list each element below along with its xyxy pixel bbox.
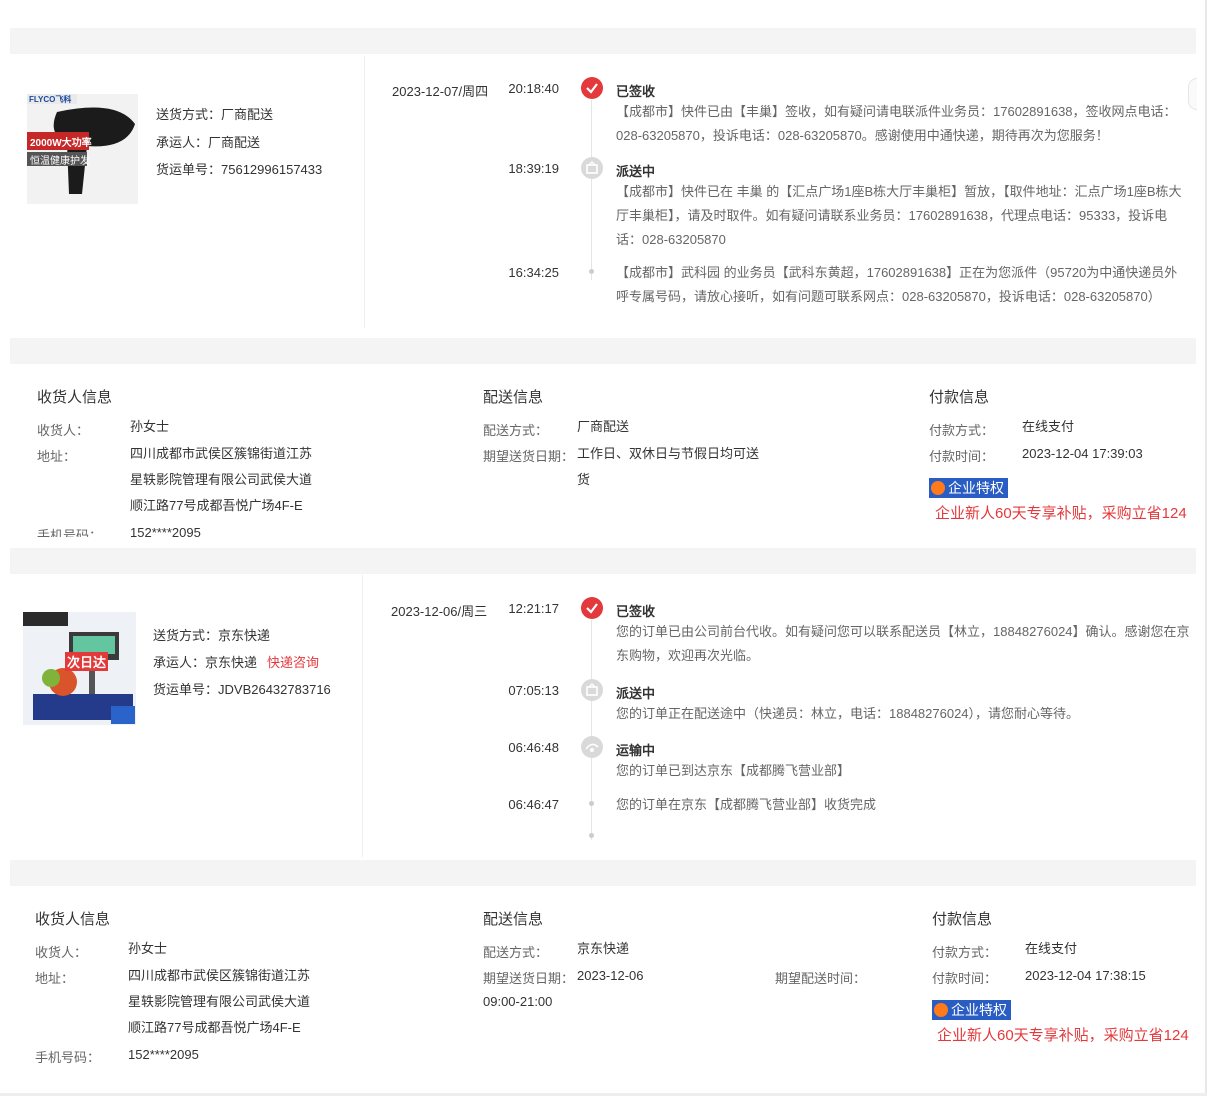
event-status: 已签收	[616, 604, 656, 619]
event-time: 06:46:47	[508, 797, 559, 812]
delivery-icon	[581, 157, 603, 179]
event-time: 07:05:13	[508, 683, 559, 698]
phone-value: 152****2095	[130, 525, 201, 537]
transit-icon	[581, 736, 603, 758]
pay-time: 2023-12-04 17:38:15	[1025, 968, 1146, 983]
shipping-method: 送货方式：厂商配送	[156, 107, 274, 122]
delivery-title: 配送信息	[483, 911, 544, 928]
order1-info-section: 收货人信息 收货人： 孙女士 地址： 四川成都市武侯区簇锦街道江苏星轶影院管理有…	[0, 365, 1196, 537]
event-status: 已签收	[616, 84, 656, 99]
enterprise-badge[interactable]: 企业特权	[929, 478, 1008, 498]
address-label: 地址：	[35, 971, 75, 986]
courier-consult-link[interactable]: 快递咨询	[267, 655, 319, 670]
delivery-method-label: 配送方式：	[483, 945, 549, 960]
delivery-method: 京东快递	[577, 941, 630, 956]
column-divider	[364, 56, 365, 328]
brand-text: FLYCO飞科	[29, 95, 72, 104]
check-icon	[581, 77, 603, 99]
carrier: 承运人：京东快递 快递咨询	[153, 655, 320, 670]
event-message: 您的订单在京东【成都腾飞营业部】收货完成	[616, 797, 877, 812]
event-status: 派送中	[616, 686, 656, 701]
tracking-number: 货运单号：JDVB26432783716	[153, 682, 331, 697]
address-label: 地址：	[37, 449, 77, 464]
enterprise-promo[interactable]: 企业新人60天专享补贴，采购立省124	[937, 1024, 1196, 1045]
delivery-title: 配送信息	[483, 389, 544, 406]
expect-date-label: 期望送货日期：	[483, 449, 575, 464]
receiver-title: 收货人信息	[37, 389, 113, 406]
section-divider-band	[10, 338, 1196, 364]
event-message: 【成都市】快件已在 丰巢 的【汇点广场1座B栋大厅丰巢柜】暂放，【取件地址：汇点…	[616, 184, 1182, 247]
event-message: 您的订单正在配送途中（快递员：林立，电话：18848276024），请您耐心等待…	[616, 706, 1080, 721]
tracking-number: 货运单号：75612996157433	[156, 162, 323, 177]
phone-value: 152****2095	[128, 1047, 199, 1062]
event-time: 20:18:40	[508, 81, 559, 96]
expect-date: 2023-12-06 09:00-21:00	[483, 968, 644, 1009]
power-text: 2000W大功率	[30, 138, 92, 149]
pay-time: 2023-12-04 17:39:03	[1022, 446, 1143, 461]
address-value: 四川成都市武侯区簇锦街道江苏星轶影院管理有限公司武侯大道顺江路77号成都吾悦广场…	[130, 446, 313, 513]
enterprise-badge[interactable]: 企业特权	[932, 1000, 1011, 1020]
event-time: 12:21:17	[508, 601, 559, 616]
section-divider-band	[10, 548, 1196, 574]
enterprise-promo[interactable]: 企业新人60天专享补贴，采购立省124	[935, 502, 1196, 523]
event-status: 派送中	[616, 164, 656, 179]
order2-info-section: 收货人信息 收货人： 孙女士 地址： 四川成都市武侯区簇锦街道江苏星轶影院管理有…	[0, 887, 1196, 1087]
carrier: 承运人：厂商配送	[156, 135, 261, 150]
next-day-tag: 次日达	[65, 652, 109, 671]
delivery-icon	[581, 679, 603, 701]
address-value: 四川成都市武侯区簇锦街道江苏星轶影院管理有限公司武侯大道顺江路77号成都吾悦广场…	[128, 968, 311, 1035]
event-message: 【成都市】快件已由【丰巢】签收，如有疑问请电联派件业务员：17602891638…	[616, 104, 1177, 143]
event-message: 【成都市】武科园 的业务员【武科东黄超，17602891638】正在为您派件（9…	[616, 265, 1178, 304]
receiver-name-label: 收货人：	[37, 423, 90, 438]
phone-label: 手机号码：	[37, 528, 103, 537]
event-time: 06:46:48	[508, 740, 559, 755]
timeline-dot	[589, 269, 594, 274]
product-image-scale[interactable]: 次日达	[23, 612, 136, 725]
pay-time-label: 付款时间：	[929, 449, 995, 464]
pay-method-label: 付款方式：	[929, 423, 995, 438]
expect-time-label: 期望配送时间：	[775, 971, 867, 986]
timeline-line	[591, 100, 592, 280]
event-status: 运输中	[616, 743, 656, 758]
delivery-method: 厂商配送	[577, 419, 630, 434]
receiver-name: 孙女士	[128, 941, 168, 956]
delivery-method-label: 配送方式：	[483, 423, 549, 438]
event-message: 您的订单已到达京东【成都腾飞营业部】	[616, 763, 851, 778]
receiver-name: 孙女士	[130, 419, 170, 434]
timeline-dot	[589, 833, 594, 838]
section-divider-band	[10, 28, 1196, 54]
payment-title: 付款信息	[932, 911, 993, 928]
timeline-dot	[589, 801, 594, 806]
check-icon	[581, 597, 603, 619]
expect-date: 工作日、双休日与节假日均可送货	[577, 446, 760, 487]
side-tab[interactable]	[1188, 78, 1197, 110]
section-divider-band	[10, 860, 1196, 886]
event-message: 您的订单已由公司前台代收。如有疑问您可以联系配送员【林立，18848276024…	[616, 624, 1190, 663]
bag-icon	[931, 481, 945, 495]
event-time: 18:39:19	[508, 161, 559, 176]
hairdryer-image	[27, 94, 138, 204]
pay-method-label: 付款方式：	[932, 945, 998, 960]
pay-method: 在线支付	[1022, 419, 1075, 434]
shipping-method: 送货方式：京东快递	[153, 628, 271, 643]
pay-method: 在线支付	[1025, 941, 1078, 956]
receiver-name-label: 收货人：	[35, 945, 88, 960]
column-divider	[362, 575, 363, 857]
timeline-date: 2023-12-07/周四	[392, 84, 489, 99]
payment-title: 付款信息	[929, 389, 990, 406]
receiver-title: 收货人信息	[35, 911, 111, 928]
bag-icon	[934, 1003, 948, 1017]
slogan-text: 恒温健康护发	[30, 156, 90, 167]
event-time: 16:34:25	[508, 265, 559, 280]
pay-time-label: 付款时间：	[932, 971, 998, 986]
phone-label: 手机号码：	[35, 1050, 101, 1065]
product-image-hairdryer[interactable]: FLYCO飞科 2000W大功率 恒温健康护发	[27, 94, 138, 204]
order2-timeline[interactable]: 12:21:17 已签收 您的订单已由公司前台代收。如有疑问您可以联系配送员【林…	[380, 590, 1196, 838]
